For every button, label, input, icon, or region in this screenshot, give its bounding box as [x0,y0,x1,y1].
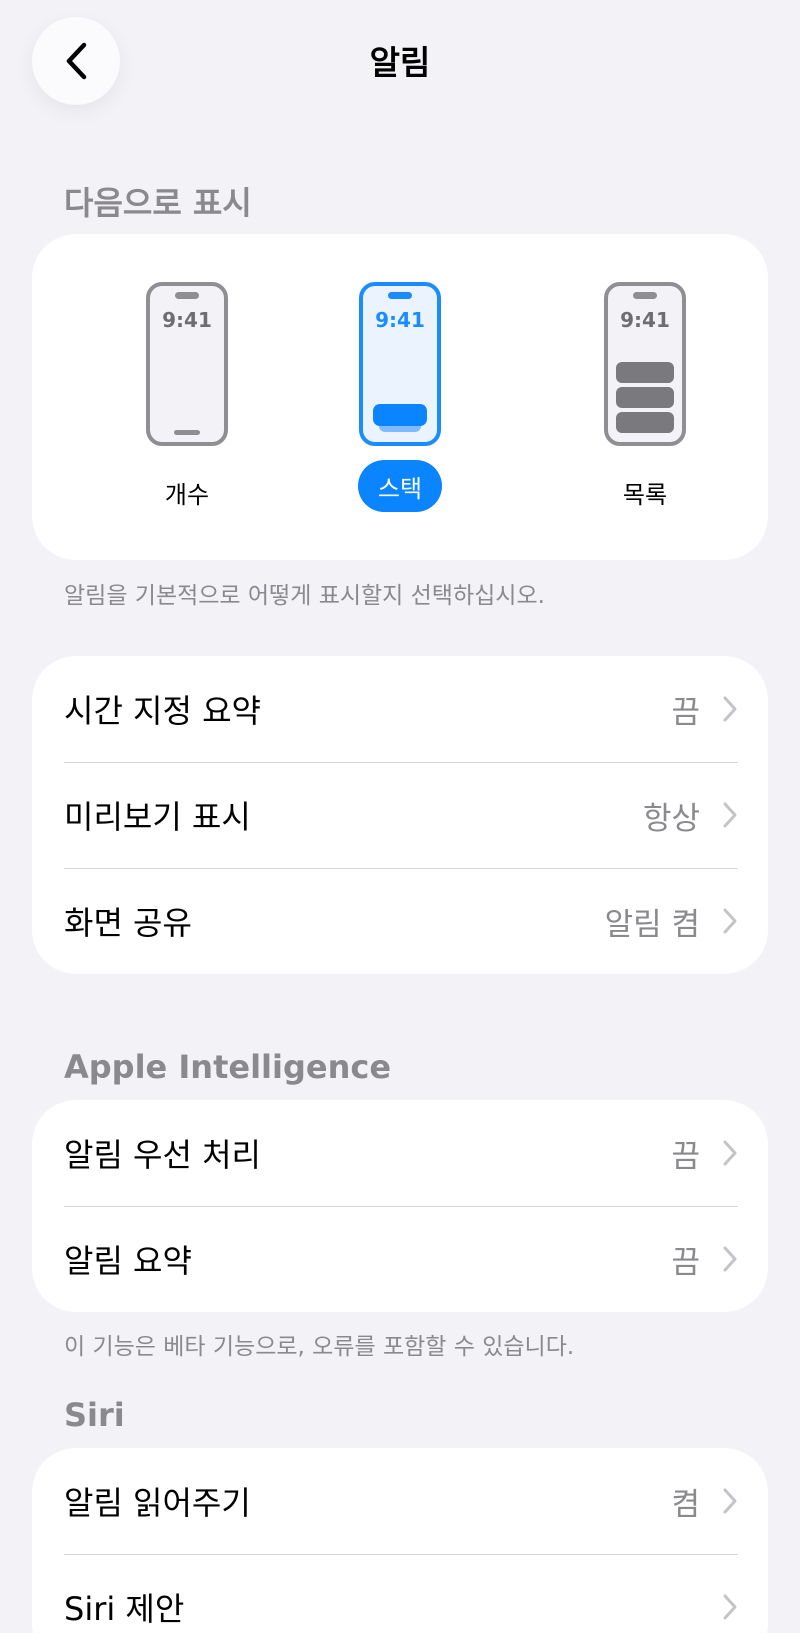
list-notification [616,362,674,383]
summarize-notifications-row[interactable]: 알림 요약 끔 [32,1206,768,1312]
chevron-right-icon [723,1488,737,1514]
list-notification [616,412,674,433]
chevron-right-icon [723,1594,737,1620]
display-option-label: 목록 [622,480,668,509]
screen-sharing-row[interactable]: 화면 공유 알림 켬 [32,868,768,974]
display-option-count[interactable]: 9:41 개수 [97,282,277,516]
apple-intelligence-group: 알림 우선 처리 끔 알림 요약 끔 [32,1100,768,1312]
display-option-stack[interactable]: 9:41 스택 [310,282,490,512]
chevron-right-icon [723,802,737,828]
row-value: 끔 [671,1138,700,1175]
notifications-settings-page: 알림 다음으로 표시 9:41 개수 9:41 스택 9:41 목록 알림을 기… [0,0,800,1633]
phone-preview-list: 9:41 [604,282,686,446]
display-option-list[interactable]: 9:41 목록 [555,282,735,516]
phone-time: 9:41 [162,308,212,332]
display-as-header: 다음으로 표시 [64,184,252,222]
phone-time: 9:41 [375,308,425,332]
page-title: 알림 [369,43,431,82]
row-label: 알림 읽어주기 [64,1484,251,1522]
row-label: 알림 요약 [64,1242,192,1280]
row-label: 알림 우선 처리 [64,1136,261,1174]
display-option-label-selected: 스택 [357,460,443,512]
row-value: 켬 [671,1486,700,1523]
row-value: 항상 [642,800,700,837]
siri-group: 알림 읽어주기 켬 Siri 제안 [32,1448,768,1633]
display-style-picker: 9:41 개수 9:41 스택 9:41 목록 [32,234,768,560]
row-value: 끔 [671,1244,700,1281]
row-value: 끔 [671,694,700,731]
home-indicator [174,430,200,435]
phone-preview-stack: 9:41 [359,282,441,446]
row-value: 알림 켬 [604,906,700,943]
stacked-notification [373,404,427,426]
dynamic-island [388,292,412,299]
apple-intelligence-footnote: 이 기능은 베타 기능으로, 오류를 포함할 수 있습니다. [64,1334,575,1360]
dynamic-island [633,292,657,299]
row-label: 미리보기 표시 [64,798,251,836]
chevron-right-icon [723,908,737,934]
apple-intelligence-header: Apple Intelligence [64,1048,392,1086]
phone-preview-count: 9:41 [146,282,228,446]
chevron-right-icon [723,696,737,722]
siri-suggestions-row[interactable]: Siri 제안 [32,1554,768,1633]
display-as-footnote: 알림을 기본적으로 어떻게 표시할지 선택하십시오. [64,583,545,609]
row-label: 시간 지정 요약 [64,692,261,730]
dynamic-island [175,292,199,299]
chevron-right-icon [723,1140,737,1166]
scheduled-summary-row[interactable]: 시간 지정 요약 끔 [32,656,768,762]
prioritize-notifications-row[interactable]: 알림 우선 처리 끔 [32,1100,768,1206]
general-settings-group: 시간 지정 요약 끔 미리보기 표시 항상 화면 공유 알림 켬 [32,656,768,974]
siri-header: Siri [64,1396,125,1434]
row-label: 화면 공유 [64,904,192,942]
list-notification [616,387,674,408]
announce-notifications-row[interactable]: 알림 읽어주기 켬 [32,1448,768,1554]
row-label: Siri 제안 [64,1590,185,1628]
show-previews-row[interactable]: 미리보기 표시 항상 [32,762,768,868]
chevron-right-icon [723,1246,737,1272]
display-option-label: 개수 [164,480,210,509]
phone-time: 9:41 [620,308,670,332]
